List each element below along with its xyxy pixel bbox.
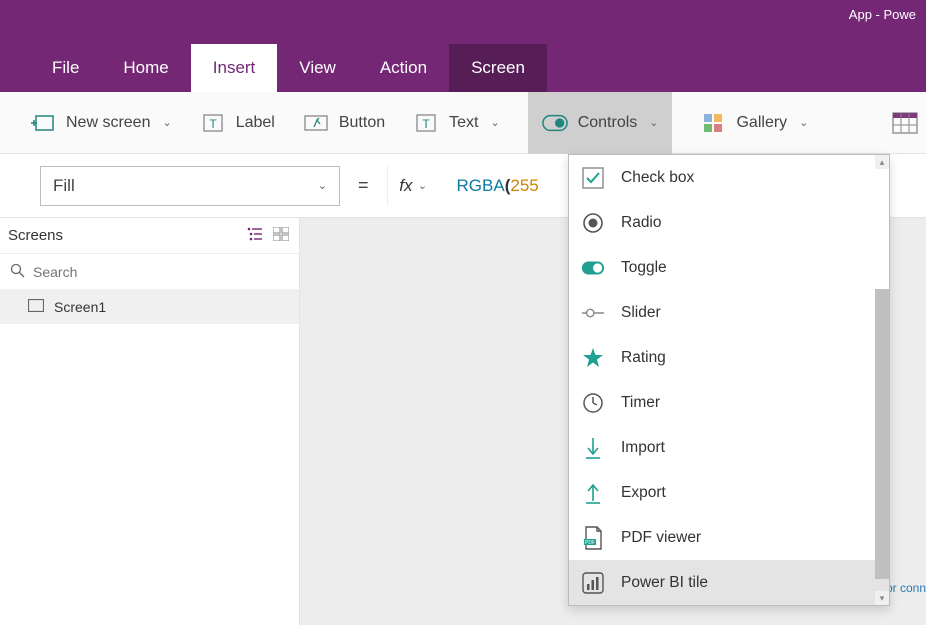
scroll-down-icon[interactable]: ▾	[875, 591, 889, 605]
property-selector[interactable]: Fill ⌄	[40, 166, 340, 206]
formula-input[interactable]: RGBA(255	[457, 176, 539, 196]
controls-label: Controls	[578, 114, 638, 132]
radio-icon	[581, 211, 605, 235]
dropdown-label: Check box	[621, 169, 694, 187]
screens-title: Screens	[8, 227, 63, 244]
dropdown-item-slider[interactable]: Slider	[569, 290, 889, 335]
equals-sign: =	[358, 175, 369, 196]
ribbon: New screen ⌄ T Label Button T Text ⌄ Con…	[0, 92, 926, 154]
text-label: Text	[449, 114, 478, 132]
chevron-down-icon: ⌄	[649, 116, 658, 129]
footer-link[interactable]: or conn	[886, 581, 926, 595]
checkbox-icon	[581, 166, 605, 190]
search-input[interactable]	[33, 264, 289, 280]
pdf-icon: PDF	[581, 526, 605, 550]
dropdown-label: Import	[621, 439, 665, 457]
dropdown-label: Toggle	[621, 259, 667, 277]
tab-home[interactable]: Home	[101, 44, 190, 92]
controls-button[interactable]: Controls ⌄	[528, 92, 673, 154]
tab-file[interactable]: File	[30, 44, 101, 92]
dropdown-item-export[interactable]: Export	[569, 470, 889, 515]
dropdown-label: Export	[621, 484, 666, 502]
screen-name: Screen1	[54, 299, 106, 315]
svg-text:PDF: PDF	[585, 539, 595, 545]
dropdown-item-powerbi[interactable]: Power BI tile	[569, 560, 889, 605]
scroll-thumb[interactable]	[875, 289, 889, 579]
dropdown-label: Timer	[621, 394, 660, 412]
tab-screen[interactable]: Screen	[449, 44, 547, 92]
button-icon	[303, 110, 329, 136]
label-icon: T	[200, 110, 226, 136]
dropdown-label: Slider	[621, 304, 661, 322]
search-icon	[10, 263, 25, 281]
label-label: Label	[236, 114, 275, 132]
tab-insert[interactable]: Insert	[191, 44, 278, 92]
button-button[interactable]: Button	[303, 110, 385, 136]
toggle-icon	[581, 256, 605, 280]
thumbnail-view-icon[interactable]	[273, 227, 289, 244]
new-screen-label: New screen	[66, 114, 150, 132]
clock-icon	[581, 391, 605, 415]
star-icon	[581, 346, 605, 370]
svg-text:T: T	[209, 117, 217, 131]
title-text: App - Powe	[849, 7, 916, 22]
dropdown-item-timer[interactable]: Timer	[569, 380, 889, 425]
gallery-label: Gallery	[736, 114, 787, 132]
menu-bar: File Home Insert View Action Screen	[0, 28, 926, 92]
dropdown-item-radio[interactable]: Radio	[569, 200, 889, 245]
dropdown-item-rating[interactable]: Rating	[569, 335, 889, 380]
chevron-down-icon: ⌄	[418, 179, 427, 192]
fx-button[interactable]: fx⌄	[387, 166, 439, 206]
screens-header: Screens	[0, 218, 299, 254]
screen-icon	[28, 299, 44, 315]
svg-text:T: T	[422, 117, 430, 131]
chevron-down-icon: ⌄	[490, 116, 499, 129]
dropdown-item-checkbox[interactable]: Check box	[569, 155, 889, 200]
dropdown-label: Power BI tile	[621, 574, 708, 592]
gallery-icon	[700, 110, 726, 136]
formula-function: RGBA	[457, 176, 505, 195]
scroll-up-icon[interactable]: ▴	[875, 155, 889, 169]
chevron-down-icon: ⌄	[162, 116, 171, 129]
new-screen-icon	[30, 110, 56, 136]
dropdown-label: Rating	[621, 349, 666, 367]
text-icon: T	[413, 110, 439, 136]
property-name: Fill	[53, 176, 75, 196]
tab-action[interactable]: Action	[358, 44, 449, 92]
new-screen-button[interactable]: New screen ⌄	[30, 110, 172, 136]
dropdown-scrollbar[interactable]: ▴ ▾	[875, 155, 889, 605]
gallery-button[interactable]: Gallery ⌄	[700, 110, 808, 136]
slider-icon	[581, 301, 605, 325]
formula-arg: 255	[510, 176, 538, 195]
import-icon	[581, 436, 605, 460]
screens-panel: Screens Screen1	[0, 218, 300, 625]
powerbi-icon	[581, 571, 605, 595]
export-icon	[581, 481, 605, 505]
chevron-down-icon: ⌄	[799, 116, 808, 129]
title-bar: App - Powe	[0, 0, 926, 28]
text-button[interactable]: T Text ⌄	[413, 110, 500, 136]
tab-view[interactable]: View	[277, 44, 358, 92]
dropdown-item-toggle[interactable]: Toggle	[569, 245, 889, 290]
label-button[interactable]: T Label	[200, 110, 275, 136]
forms-button[interactable]	[892, 110, 918, 136]
controls-icon	[542, 110, 568, 136]
tree-view-icon[interactable]	[247, 227, 263, 244]
table-icon	[892, 110, 918, 136]
dropdown-item-pdf[interactable]: PDF PDF viewer	[569, 515, 889, 560]
button-label: Button	[339, 114, 385, 132]
screen-tree-item[interactable]: Screen1	[0, 290, 299, 324]
chevron-down-icon: ⌄	[318, 179, 327, 192]
dropdown-item-import[interactable]: Import	[569, 425, 889, 470]
dropdown-label: PDF viewer	[621, 529, 701, 547]
dropdown-label: Radio	[621, 214, 662, 232]
search-box[interactable]	[0, 254, 299, 290]
controls-dropdown: Check box Radio Toggle Slider Rating Tim…	[568, 154, 890, 606]
